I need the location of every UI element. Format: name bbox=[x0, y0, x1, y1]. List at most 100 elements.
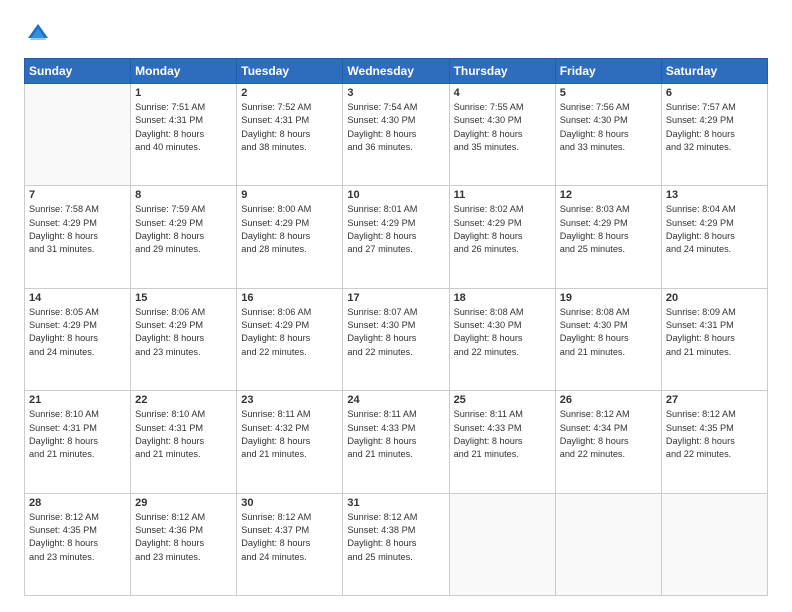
day-cell: 20 Sunrise: 8:09 AM Sunset: 4:31 PM Dayli… bbox=[661, 288, 767, 390]
day-info: Sunrise: 8:05 AM Sunset: 4:29 PM Dayligh… bbox=[29, 306, 126, 359]
day-cell: 6 Sunrise: 7:57 AM Sunset: 4:29 PM Daylig… bbox=[661, 84, 767, 186]
day-info: Sunrise: 7:51 AM Sunset: 4:31 PM Dayligh… bbox=[135, 101, 232, 154]
day-number: 20 bbox=[666, 292, 763, 304]
weekday-header-friday: Friday bbox=[555, 59, 661, 84]
day-number: 21 bbox=[29, 394, 126, 406]
day-cell bbox=[661, 493, 767, 595]
week-row-2: 14 Sunrise: 8:05 AM Sunset: 4:29 PM Dayli… bbox=[25, 288, 768, 390]
day-info: Sunrise: 8:03 AM Sunset: 4:29 PM Dayligh… bbox=[560, 203, 657, 256]
day-number: 15 bbox=[135, 292, 232, 304]
weekday-header-sunday: Sunday bbox=[25, 59, 131, 84]
day-cell: 2 Sunrise: 7:52 AM Sunset: 4:31 PM Daylig… bbox=[237, 84, 343, 186]
day-cell: 4 Sunrise: 7:55 AM Sunset: 4:30 PM Daylig… bbox=[449, 84, 555, 186]
week-row-3: 21 Sunrise: 8:10 AM Sunset: 4:31 PM Dayli… bbox=[25, 391, 768, 493]
day-cell: 12 Sunrise: 8:03 AM Sunset: 4:29 PM Dayli… bbox=[555, 186, 661, 288]
day-info: Sunrise: 8:12 AM Sunset: 4:37 PM Dayligh… bbox=[241, 511, 338, 564]
day-info: Sunrise: 8:12 AM Sunset: 4:36 PM Dayligh… bbox=[135, 511, 232, 564]
weekday-header-thursday: Thursday bbox=[449, 59, 555, 84]
day-info: Sunrise: 8:06 AM Sunset: 4:29 PM Dayligh… bbox=[135, 306, 232, 359]
day-info: Sunrise: 8:12 AM Sunset: 4:38 PM Dayligh… bbox=[347, 511, 444, 564]
day-number: 13 bbox=[666, 189, 763, 201]
day-info: Sunrise: 8:02 AM Sunset: 4:29 PM Dayligh… bbox=[454, 203, 551, 256]
day-cell: 16 Sunrise: 8:06 AM Sunset: 4:29 PM Dayli… bbox=[237, 288, 343, 390]
day-cell: 23Sunrise: 8:11 AM Sunset: 4:32 PM Dayli… bbox=[237, 391, 343, 493]
day-info: Sunrise: 8:10 AM Sunset: 4:31 PM Dayligh… bbox=[29, 408, 126, 461]
day-info: Sunrise: 8:00 AM Sunset: 4:29 PM Dayligh… bbox=[241, 203, 338, 256]
day-cell: 19 Sunrise: 8:08 AM Sunset: 4:30 PM Dayli… bbox=[555, 288, 661, 390]
day-cell: 24 Sunrise: 8:11 AM Sunset: 4:33 PM Dayli… bbox=[343, 391, 449, 493]
day-cell: 18 Sunrise: 8:08 AM Sunset: 4:30 PM Dayli… bbox=[449, 288, 555, 390]
day-info: Sunrise: 8:09 AM Sunset: 4:31 PM Dayligh… bbox=[666, 306, 763, 359]
day-number: 2 bbox=[241, 87, 338, 99]
day-cell: 5 Sunrise: 7:56 AM Sunset: 4:30 PM Daylig… bbox=[555, 84, 661, 186]
day-cell: 8 Sunrise: 7:59 AM Sunset: 4:29 PM Daylig… bbox=[131, 186, 237, 288]
week-row-1: 7Sunrise: 7:58 AM Sunset: 4:29 PM Daylig… bbox=[25, 186, 768, 288]
calendar-table: SundayMondayTuesdayWednesdayThursdayFrid… bbox=[24, 58, 768, 596]
day-number: 25 bbox=[454, 394, 551, 406]
day-number: 4 bbox=[454, 87, 551, 99]
day-number: 3 bbox=[347, 87, 444, 99]
day-cell: 31 Sunrise: 8:12 AM Sunset: 4:38 PM Dayli… bbox=[343, 493, 449, 595]
day-cell bbox=[555, 493, 661, 595]
day-number: 16 bbox=[241, 292, 338, 304]
day-cell: 1 Sunrise: 7:51 AM Sunset: 4:31 PM Daylig… bbox=[131, 84, 237, 186]
day-number: 29 bbox=[135, 497, 232, 509]
day-cell: 17 Sunrise: 8:07 AM Sunset: 4:30 PM Dayli… bbox=[343, 288, 449, 390]
day-info: Sunrise: 8:04 AM Sunset: 4:29 PM Dayligh… bbox=[666, 203, 763, 256]
day-number: 24 bbox=[347, 394, 444, 406]
day-cell: 9 Sunrise: 8:00 AM Sunset: 4:29 PM Daylig… bbox=[237, 186, 343, 288]
day-cell: 15 Sunrise: 8:06 AM Sunset: 4:29 PM Dayli… bbox=[131, 288, 237, 390]
day-cell: 21 Sunrise: 8:10 AM Sunset: 4:31 PM Dayli… bbox=[25, 391, 131, 493]
day-info: Sunrise: 7:54 AM Sunset: 4:30 PM Dayligh… bbox=[347, 101, 444, 154]
day-cell: 28 Sunrise: 8:12 AM Sunset: 4:35 PM Dayli… bbox=[25, 493, 131, 595]
weekday-header-tuesday: Tuesday bbox=[237, 59, 343, 84]
day-number: 19 bbox=[560, 292, 657, 304]
day-info: Sunrise: 7:56 AM Sunset: 4:30 PM Dayligh… bbox=[560, 101, 657, 154]
day-number: 22 bbox=[135, 394, 232, 406]
day-info: Sunrise: 7:59 AM Sunset: 4:29 PM Dayligh… bbox=[135, 203, 232, 256]
day-number: 31 bbox=[347, 497, 444, 509]
day-cell bbox=[25, 84, 131, 186]
day-number: 12 bbox=[560, 189, 657, 201]
day-info: Sunrise: 8:12 AM Sunset: 4:35 PM Dayligh… bbox=[29, 511, 126, 564]
weekday-header-wednesday: Wednesday bbox=[343, 59, 449, 84]
day-number: 26 bbox=[560, 394, 657, 406]
day-info: Sunrise: 8:07 AM Sunset: 4:30 PM Dayligh… bbox=[347, 306, 444, 359]
day-number: 23 bbox=[241, 394, 338, 406]
day-number: 9 bbox=[241, 189, 338, 201]
day-cell bbox=[449, 493, 555, 595]
day-info: Sunrise: 8:01 AM Sunset: 4:29 PM Dayligh… bbox=[347, 203, 444, 256]
day-number: 18 bbox=[454, 292, 551, 304]
day-info: Sunrise: 8:10 AM Sunset: 4:31 PM Dayligh… bbox=[135, 408, 232, 461]
day-info: Sunrise: 8:08 AM Sunset: 4:30 PM Dayligh… bbox=[560, 306, 657, 359]
day-number: 6 bbox=[666, 87, 763, 99]
day-number: 8 bbox=[135, 189, 232, 201]
day-info: Sunrise: 8:11 AM Sunset: 4:33 PM Dayligh… bbox=[347, 408, 444, 461]
page: SundayMondayTuesdayWednesdayThursdayFrid… bbox=[0, 0, 792, 612]
day-number: 28 bbox=[29, 497, 126, 509]
day-cell: 7Sunrise: 7:58 AM Sunset: 4:29 PM Daylig… bbox=[25, 186, 131, 288]
day-number: 17 bbox=[347, 292, 444, 304]
day-cell: 13 Sunrise: 8:04 AM Sunset: 4:29 PM Dayli… bbox=[661, 186, 767, 288]
day-cell: 27 Sunrise: 8:12 AM Sunset: 4:35 PM Dayli… bbox=[661, 391, 767, 493]
day-info: Sunrise: 8:11 AM Sunset: 4:33 PM Dayligh… bbox=[454, 408, 551, 461]
day-number: 5 bbox=[560, 87, 657, 99]
day-cell: 10 Sunrise: 8:01 AM Sunset: 4:29 PM Dayli… bbox=[343, 186, 449, 288]
day-info: Sunrise: 7:52 AM Sunset: 4:31 PM Dayligh… bbox=[241, 101, 338, 154]
day-number: 14 bbox=[29, 292, 126, 304]
day-number: 27 bbox=[666, 394, 763, 406]
logo-icon bbox=[24, 20, 52, 48]
day-info: Sunrise: 8:08 AM Sunset: 4:30 PM Dayligh… bbox=[454, 306, 551, 359]
weekday-header-monday: Monday bbox=[131, 59, 237, 84]
day-info: Sunrise: 7:57 AM Sunset: 4:29 PM Dayligh… bbox=[666, 101, 763, 154]
weekday-header-row: SundayMondayTuesdayWednesdayThursdayFrid… bbox=[25, 59, 768, 84]
day-info: Sunrise: 8:12 AM Sunset: 4:35 PM Dayligh… bbox=[666, 408, 763, 461]
day-cell: 22 Sunrise: 8:10 AM Sunset: 4:31 PM Dayli… bbox=[131, 391, 237, 493]
header bbox=[24, 20, 768, 48]
day-info: Sunrise: 7:55 AM Sunset: 4:30 PM Dayligh… bbox=[454, 101, 551, 154]
week-row-0: 1 Sunrise: 7:51 AM Sunset: 4:31 PM Daylig… bbox=[25, 84, 768, 186]
day-number: 10 bbox=[347, 189, 444, 201]
day-number: 1 bbox=[135, 87, 232, 99]
day-info: Sunrise: 8:06 AM Sunset: 4:29 PM Dayligh… bbox=[241, 306, 338, 359]
week-row-4: 28 Sunrise: 8:12 AM Sunset: 4:35 PM Dayli… bbox=[25, 493, 768, 595]
